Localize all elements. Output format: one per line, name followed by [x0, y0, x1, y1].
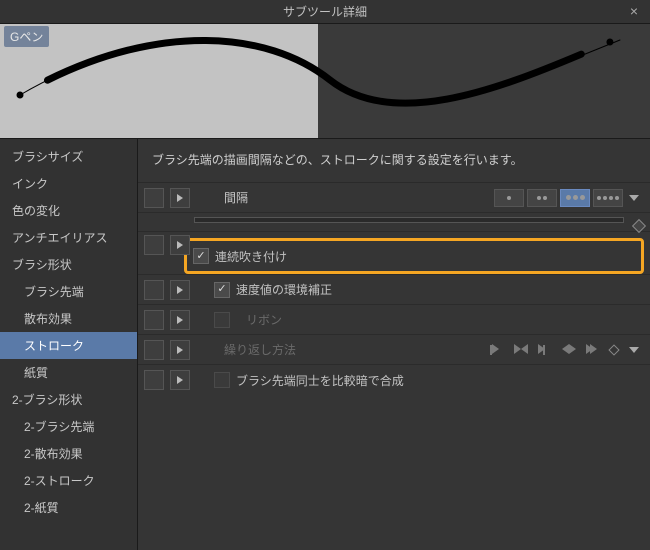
spacing-preset-3[interactable]: [560, 189, 590, 207]
play-icon: [177, 346, 183, 354]
expand-button[interactable]: [170, 340, 190, 360]
sidebar-item-8[interactable]: 紙質: [0, 359, 137, 386]
sidebar-item-12[interactable]: 2-ストローク: [0, 467, 137, 494]
sidebar-item-10[interactable]: 2-ブラシ先端: [0, 413, 137, 440]
row-repeat-method: 繰り返し方法: [138, 335, 650, 365]
play-icon: [177, 286, 183, 294]
sidebar-item-1[interactable]: インク: [0, 170, 137, 197]
stroke-preview: Gペン: [0, 24, 650, 139]
repeat-opt-5[interactable]: [586, 343, 602, 357]
row-ribbon: リボン: [138, 305, 650, 335]
sidebar-item-7[interactable]: ストローク: [0, 332, 137, 359]
play-icon: [177, 376, 183, 384]
brush-stroke-preview: [0, 0, 640, 115]
eyedrop-toggle[interactable]: [144, 280, 164, 300]
expand-button[interactable]: [170, 370, 190, 390]
row-spacing: 間隔: [138, 183, 650, 213]
repeat-opt-4[interactable]: [562, 343, 578, 357]
sidebar-item-6[interactable]: 散布効果: [0, 305, 137, 332]
label-spacing: 間隔: [214, 189, 314, 206]
checkbox-compare-dark[interactable]: [214, 372, 230, 388]
dynamics-toggle[interactable]: [632, 219, 646, 233]
row-velocity-correction: 速度値の環境補正: [138, 275, 650, 305]
checkbox-continuous-spray[interactable]: [193, 248, 209, 264]
spacing-preset-4[interactable]: [593, 189, 623, 207]
play-icon: [177, 316, 183, 324]
dynamics-toggle[interactable]: [608, 344, 619, 355]
sidebar-item-2[interactable]: 色の変化: [0, 197, 137, 224]
sidebar-item-4[interactable]: ブラシ形状: [0, 251, 137, 278]
category-sidebar: ブラシサイズインク色の変化アンチエイリアスブラシ形状ブラシ先端散布効果ストローク…: [0, 139, 138, 550]
settings-panel: ブラシ先端の描画間隔などの、ストロークに関する設定を行います。 間隔: [138, 139, 650, 550]
repeat-opt-1[interactable]: [490, 343, 506, 357]
row-compare-dark: ブラシ先端同士を比較暗で合成: [138, 365, 650, 395]
sidebar-item-13[interactable]: 2-紙質: [0, 494, 137, 521]
label-compare-dark: ブラシ先端同士を比較暗で合成: [236, 372, 404, 389]
play-icon: [177, 241, 183, 249]
chevron-down-icon[interactable]: [626, 189, 642, 207]
spacing-slider[interactable]: [194, 217, 624, 223]
sidebar-item-3[interactable]: アンチエイリアス: [0, 224, 137, 251]
label-velocity-correction: 速度値の環境補正: [236, 281, 332, 298]
repeat-method-options: [490, 341, 642, 359]
expand-button[interactable]: [170, 235, 190, 255]
repeat-opt-3[interactable]: [538, 343, 554, 357]
eyedrop-toggle[interactable]: [144, 310, 164, 330]
spacing-preset-1[interactable]: [494, 189, 524, 207]
label-continuous-spray: 連続吹き付け: [215, 248, 287, 265]
highlight-continuous-spray: 連続吹き付け: [184, 238, 644, 274]
eyedrop-toggle[interactable]: [144, 235, 164, 255]
expand-button[interactable]: [170, 188, 190, 208]
eyedrop-toggle[interactable]: [144, 370, 164, 390]
repeat-opt-2[interactable]: [514, 343, 530, 357]
spacing-preset-group: [494, 189, 642, 207]
expand-button[interactable]: [170, 310, 190, 330]
label-ribbon: リボン: [236, 311, 282, 328]
sidebar-item-9[interactable]: 2-ブラシ形状: [0, 386, 137, 413]
label-repeat-method: 繰り返し方法: [214, 341, 314, 358]
eyedrop-toggle[interactable]: [144, 188, 164, 208]
sidebar-item-11[interactable]: 2-散布効果: [0, 440, 137, 467]
panel-description: ブラシ先端の描画間隔などの、ストロークに関する設定を行います。: [138, 139, 650, 183]
eyedrop-toggle[interactable]: [144, 340, 164, 360]
chevron-down-icon[interactable]: [626, 341, 642, 359]
spacing-preset-2[interactable]: [527, 189, 557, 207]
sidebar-item-0[interactable]: ブラシサイズ: [0, 143, 137, 170]
checkbox-ribbon[interactable]: [214, 312, 230, 328]
checkbox-velocity-correction[interactable]: [214, 282, 230, 298]
sidebar-item-5[interactable]: ブラシ先端: [0, 278, 137, 305]
expand-button[interactable]: [170, 280, 190, 300]
play-icon: [177, 194, 183, 202]
